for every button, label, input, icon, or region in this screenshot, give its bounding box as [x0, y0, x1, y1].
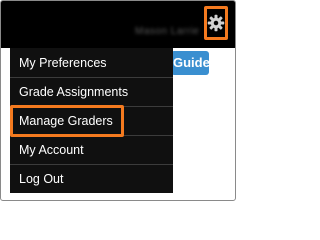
menu-item-grade-assignments[interactable]: Grade Assignments	[10, 78, 173, 106]
menu-item-label: My Account	[19, 143, 84, 157]
menu-item-label: Log Out	[19, 172, 64, 186]
menu-item-my-account[interactable]: My Account	[10, 136, 173, 164]
gear-icon	[207, 14, 225, 32]
menu-item-manage-graders[interactable]: Manage Graders	[10, 107, 173, 135]
menu-item-label: Manage Graders	[19, 114, 113, 128]
guide-button-label: Guide	[173, 55, 209, 70]
menu-item-label: My Preferences	[19, 56, 107, 70]
menu-item-my-preferences[interactable]: My Preferences	[10, 49, 173, 77]
settings-button[interactable]	[204, 6, 228, 40]
top-bar: Mason Larrie	[1, 1, 235, 48]
menu-item-label: Grade Assignments	[19, 85, 129, 99]
user-dropdown-menu: My Preferences Grade Assignments Manage …	[10, 48, 173, 193]
screenshot-frame: Mason Larrie Guide My Preferences Grade …	[0, 0, 236, 201]
menu-item-log-out[interactable]: Log Out	[10, 165, 173, 193]
username: Mason Larrie	[135, 26, 200, 37]
guide-button[interactable]: Guide	[171, 51, 209, 75]
